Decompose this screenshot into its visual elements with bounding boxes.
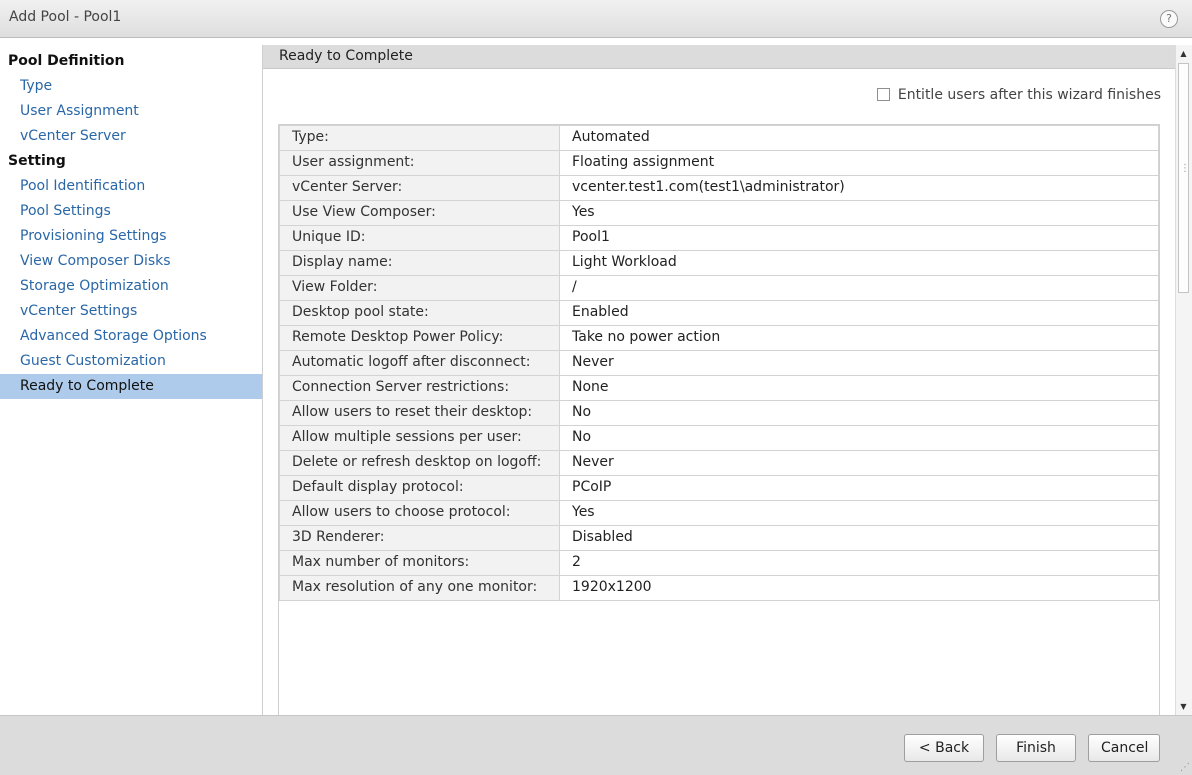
row-label: User assignment: [279,150,560,176]
row-value: Never [559,450,1159,476]
row-label: Connection Server restrictions: [279,375,560,401]
back-button[interactable]: < Back [904,734,984,762]
main-panel: Ready to Complete Entitle users after th… [262,45,1176,715]
row-label: Remote Desktop Power Policy: [279,325,560,351]
entitle-users-option[interactable]: Entitle users after this wizard finishes [876,85,1161,105]
table-row: Allow multiple sessions per user: No [279,425,1159,451]
sidebar-section-pool-definition: Pool Definition [8,53,125,69]
scroll-up-arrow-icon[interactable]: ▲ [1178,47,1189,60]
row-label: Default display protocol: [279,475,560,501]
row-value: Light Workload [559,250,1159,276]
scroll-thumb[interactable] [1178,63,1189,293]
page-title: Ready to Complete [263,45,1176,69]
row-value: Disabled [559,525,1159,551]
row-label: Automatic logoff after disconnect: [279,350,560,376]
row-label: vCenter Server: [279,175,560,201]
table-row: Allow users to choose protocol: Yes [279,500,1159,526]
sidebar-item-advanced-storage-options[interactable]: Advanced Storage Options [0,324,262,349]
row-value: None [559,375,1159,401]
vertical-scrollbar[interactable]: ▲ ⋮ ▼ [1175,45,1192,715]
row-value: 2 [559,550,1159,576]
table-row: vCenter Server: vcenter.test1.com(test1\a… [279,175,1159,201]
sidebar-item-storage-optimization[interactable]: Storage Optimization [0,274,262,299]
summary-table: Type: Automated User assignment: Floating … [279,125,1159,601]
row-label: Unique ID: [279,225,560,251]
table-row: Delete or refresh desktop on logoff: Neve… [279,450,1159,476]
sidebar-item-user-assignment[interactable]: User Assignment [0,99,262,124]
resize-grip-icon[interactable]: ⋰ [1180,762,1190,773]
scroll-down-arrow-icon[interactable]: ▼ [1178,700,1189,713]
window-title: Add Pool - Pool1 [9,9,122,25]
sidebar-item-guest-customization[interactable]: Guest Customization [0,349,262,374]
row-value: Floating assignment [559,150,1159,176]
table-row: Use View Composer: Yes [279,200,1159,226]
sidebar-item-vcenter-server[interactable]: vCenter Server [0,124,262,149]
row-value: Yes [559,200,1159,226]
table-row: Remote Desktop Power Policy: Take no powe… [279,325,1159,351]
row-label: Max resolution of any one monitor: [279,575,560,601]
row-label: Allow users to choose protocol: [279,500,560,526]
table-row: Unique ID: Pool1 [279,225,1159,251]
sidebar-item-pool-settings[interactable]: Pool Settings [0,199,262,224]
row-value: vcenter.test1.com(test1\administrator) [559,175,1159,201]
table-row: View Folder: / [279,275,1159,301]
table-row: 3D Renderer: Disabled [279,525,1159,551]
finish-button[interactable]: Finish [996,734,1076,762]
row-label: Delete or refresh desktop on logoff: [279,450,560,476]
grip-icon: ⋮ [1180,163,1190,174]
row-label: 3D Renderer: [279,525,560,551]
row-value: Yes [559,500,1159,526]
row-label: Display name: [279,250,560,276]
row-label: Desktop pool state: [279,300,560,326]
sidebar-item-ready-to-complete[interactable]: Ready to Complete [0,374,262,399]
row-label: Allow multiple sessions per user: [279,425,560,451]
row-value: Take no power action [559,325,1159,351]
table-row: Display name: Light Workload [279,250,1159,276]
summary-table-container: Type: Automated User assignment: Floating … [278,124,1160,715]
table-row: Max resolution of any one monitor: 1920x1… [279,575,1159,601]
table-row: Max number of monitors: 2 [279,550,1159,576]
row-label: Use View Composer: [279,200,560,226]
table-row: User assignment: Floating assignment [279,150,1159,176]
table-row: Type: Automated [279,125,1159,151]
table-row: Desktop pool state: Enabled [279,300,1159,326]
sidebar-item-type[interactable]: Type [0,74,262,99]
sidebar-item-pool-identification[interactable]: Pool Identification [0,174,262,199]
row-value: Never [559,350,1159,376]
row-label: Type: [279,125,560,151]
entitle-users-label: Entitle users after this wizard finishes [897,87,1161,103]
cancel-button[interactable]: Cancel [1088,734,1160,762]
table-row: Allow users to reset their desktop: No [279,400,1159,426]
table-row: Automatic logoff after disconnect: Never [279,350,1159,376]
table-row: Default display protocol: PCoIP [279,475,1159,501]
wizard-sidebar: Pool Definition Type User Assignment vCe… [0,45,262,715]
window-titlebar: Add Pool - Pool1 ? [0,0,1192,38]
row-value: No [559,425,1159,451]
row-value: Pool1 [559,225,1159,251]
row-label: Max number of monitors: [279,550,560,576]
sidebar-item-view-composer-disks[interactable]: View Composer Disks [0,249,262,274]
wizard-footer: < Back Finish Cancel ⋰ [0,715,1192,775]
row-label: View Folder: [279,275,560,301]
sidebar-item-vcenter-settings[interactable]: vCenter Settings [0,299,262,324]
row-value: PCoIP [559,475,1159,501]
entitle-users-checkbox[interactable] [876,88,890,101]
sidebar-section-setting: Setting [8,153,66,169]
row-value: No [559,400,1159,426]
row-value: 1920x1200 [559,575,1159,601]
sidebar-item-provisioning-settings[interactable]: Provisioning Settings [0,224,262,249]
help-icon[interactable]: ? [1160,10,1178,28]
row-value: / [559,275,1159,301]
table-row: Connection Server restrictions: None [279,375,1159,401]
row-value: Automated [559,125,1159,151]
row-value: Enabled [559,300,1159,326]
row-label: Allow users to reset their desktop: [279,400,560,426]
